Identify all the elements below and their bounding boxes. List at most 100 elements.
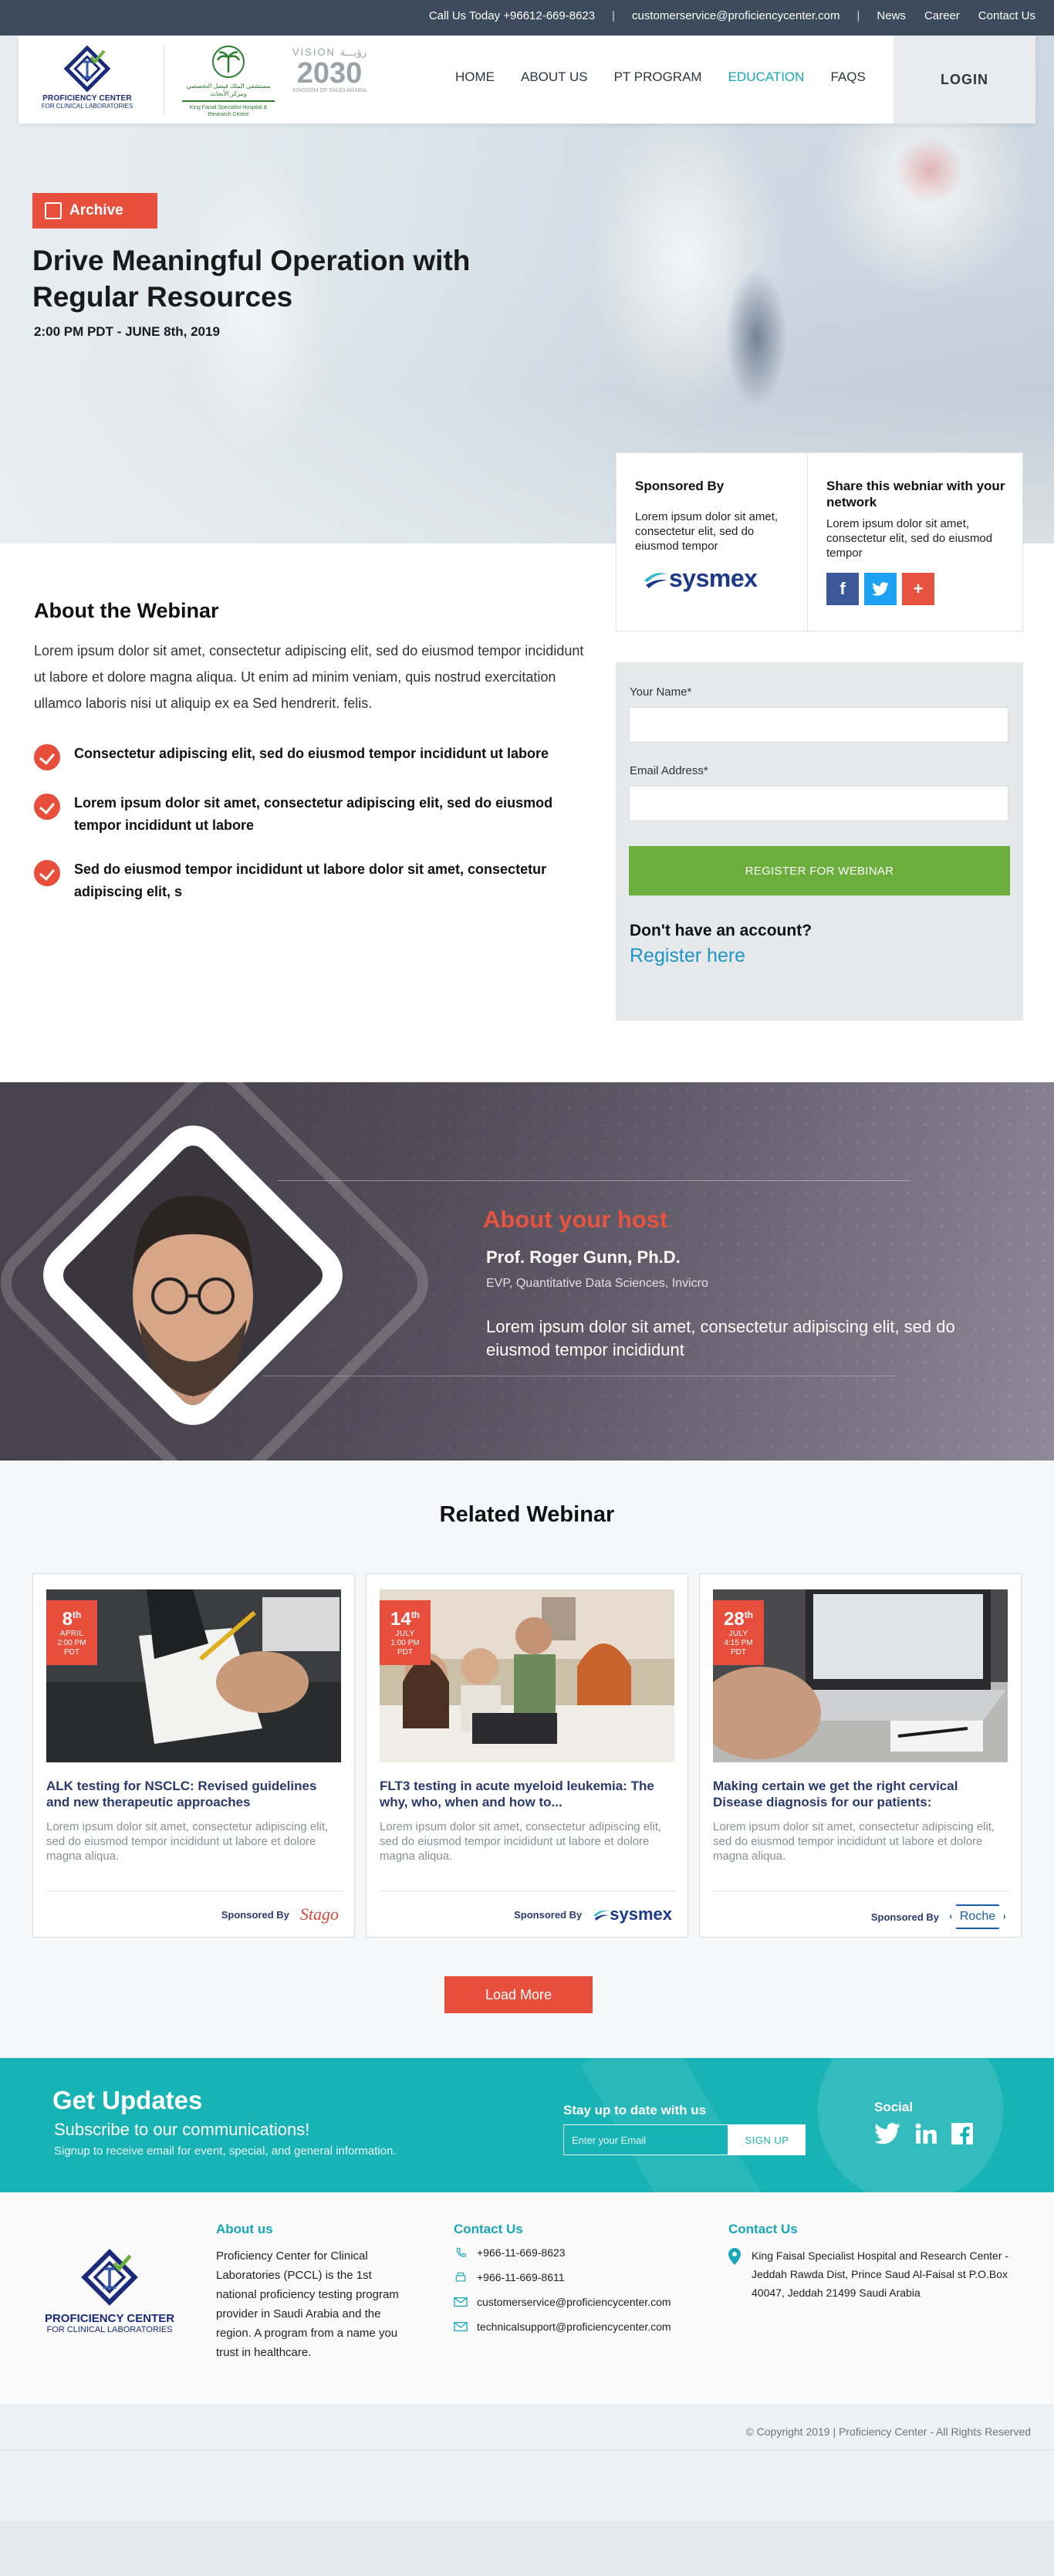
- share-text: Lorem ipsum dolor sit amet, consectetur …: [826, 517, 993, 560]
- kfsh-arabic-name: مستشفى الملك فيصل التخصصي ومركز الأبحاث: [186, 83, 271, 97]
- location-pin-icon: [728, 2248, 741, 2265]
- check-icon: [34, 794, 60, 820]
- phone-number[interactable]: +96612-669-8623: [503, 9, 595, 22]
- proficiency-center-logo[interactable]: PROFICIENCY CENTER FOR CLINICAL LABORATO…: [29, 43, 145, 116]
- registration-form: Your Name* Email Address* REGISTER FOR W…: [616, 662, 1023, 1021]
- card-text: Lorem ipsum dolor sit amet, consectetur …: [713, 1820, 995, 1863]
- share-title: Share this webniar with your network: [826, 479, 1005, 509]
- mail-icon: [454, 2321, 468, 2332]
- updates-subtitle: Subscribe to our communications!: [54, 2120, 310, 2139]
- footer-about: About us Proficiency Center for Clinical…: [216, 2222, 401, 2362]
- plus-icon[interactable]: +: [902, 573, 934, 605]
- updates-banner: Get Updates Subscribe to our communicati…: [0, 2058, 1054, 2192]
- card-month: JULY: [728, 1630, 748, 1638]
- webinar-card[interactable]: 28th JULY 4:15 PM PDT Making certain we …: [699, 1573, 1022, 1938]
- card-title[interactable]: Making certain we get the right cervical…: [713, 1778, 1009, 1810]
- card-day-suffix: th: [410, 1610, 421, 1620]
- archive-badge[interactable]: Archive: [32, 193, 157, 228]
- stago-logo: Stago: [299, 1904, 339, 1924]
- login-button[interactable]: LOGIN: [894, 36, 1035, 124]
- facebook-icon[interactable]: [951, 2123, 973, 2148]
- nav-pt-program[interactable]: PT PROGRAM: [614, 69, 702, 85]
- card-month: APRIL: [59, 1630, 84, 1638]
- card-text: Lorem ipsum dolor sit amet, consectetur …: [380, 1820, 662, 1863]
- archive-label: Archive: [69, 202, 123, 218]
- twitter-icon[interactable]: [864, 573, 897, 605]
- facebook-icon[interactable]: f: [826, 573, 859, 605]
- sysmex-swoosh-icon: [644, 572, 667, 588]
- page-bottom-band: [0, 2521, 1054, 2576]
- news-link[interactable]: News: [877, 9, 906, 22]
- nav-home[interactable]: HOME: [455, 69, 495, 85]
- load-more-button[interactable]: Load More: [444, 1976, 593, 2013]
- contact-us-link[interactable]: Contact Us: [978, 9, 1035, 22]
- logo-diamond-icon: [62, 43, 113, 94]
- card-title[interactable]: ALK testing for NSCLC: Revised guideline…: [46, 1778, 343, 1810]
- card-sponsor: Sponsored By Stago: [221, 1904, 339, 1924]
- kfsh-logo: مستشفى الملك فيصل التخصصي ومركز الأبحاث …: [177, 45, 279, 117]
- site-footer: PROFICIENCY CENTER FOR CLINICAL LABORATO…: [0, 2192, 1054, 2404]
- sponsored-by-label: Sponsored By: [221, 1908, 289, 1921]
- footer-fax: +966-11-669-8611: [477, 2271, 565, 2283]
- email-row[interactable]: technicalsupport@proficiencycenter.com: [454, 2320, 708, 2333]
- list-item-text: Lorem ipsum dolor sit amet, consectetur …: [74, 795, 553, 833]
- footer-email-customer: customerservice@proficiencycenter.com: [477, 2296, 671, 2308]
- card-title[interactable]: FLT3 testing in acute myeloid leukemia: …: [380, 1778, 676, 1810]
- card-date-badge: 14th JULY 1:00 PM PDT: [380, 1600, 431, 1665]
- roche-logo: Roche: [950, 1904, 1005, 1929]
- name-field[interactable]: [629, 707, 1008, 743]
- card-time: 2:00 PM: [57, 1639, 86, 1647]
- mail-icon: [454, 2297, 468, 2307]
- footer-about-text: Proficiency Center for Clinical Laborato…: [216, 2249, 399, 2359]
- email-link[interactable]: customerservice@proficiencycenter.com: [632, 9, 840, 22]
- vision-arabic-label: رؤيـــة: [340, 46, 367, 58]
- vision-2030-logo: VISION رؤيـــة 2030 KINGDOM OF SAUDI ARA…: [287, 46, 372, 113]
- phone-icon: [456, 2247, 466, 2257]
- register-webinar-button[interactable]: REGISTER FOR WEBINAR: [629, 846, 1010, 895]
- footer-logo-subtitle: FOR CLINICAL LABORATORIES: [46, 2325, 173, 2334]
- about-title: About the Webinar: [34, 599, 219, 622]
- host-name: Prof. Roger Gunn, Ph.D.: [486, 1247, 681, 1267]
- nav-faqs[interactable]: FAQS: [830, 69, 865, 85]
- main-nav: HOME ABOUT US PT PROGRAM EDUCATION FAQS: [455, 69, 892, 85]
- email-field[interactable]: [629, 786, 1008, 821]
- nav-about-us[interactable]: ABOUT US: [521, 69, 588, 85]
- share-panel: Share this webniar with your network Lor…: [808, 453, 1024, 632]
- list-item: Consectetur adipiscing elit, sed do eius…: [34, 743, 566, 770]
- card-timezone: PDT: [397, 1648, 413, 1657]
- card-date-badge: 28th JULY 4:15 PM PDT: [713, 1600, 764, 1665]
- card-sponsor: Sponsored By Roche: [871, 1904, 1005, 1929]
- webinar-card[interactable]: 14th JULY 1:00 PM PDT FLT3 testing in ac…: [366, 1573, 688, 1938]
- card-text: Lorem ipsum dolor sit amet, consectetur …: [46, 1820, 329, 1863]
- footer-phone: +966-11-669-8623: [477, 2246, 566, 2259]
- footer-logo-title: PROFICIENCY CENTER: [44, 2312, 175, 2325]
- call-label: Call Us Today: [428, 9, 501, 22]
- sponsor-text: Lorem ipsum dolor sit amet, consectetur …: [635, 510, 779, 553]
- nav-education[interactable]: EDUCATION: [728, 69, 805, 85]
- footer-logo[interactable]: PROFICIENCY CENTER FOR CLINICAL LABORATO…: [40, 2246, 179, 2334]
- name-label: Your Name*: [630, 685, 692, 699]
- twitter-icon[interactable]: [874, 2123, 900, 2148]
- host-section: About your host Prof. Roger Gunn, Ph.D. …: [0, 1082, 1054, 1461]
- signup-button[interactable]: SIGN UP: [728, 2124, 806, 2155]
- check-icon: [34, 860, 60, 886]
- card-day: 14: [390, 1609, 411, 1630]
- sponsor-share-box: Sponsored By Lorem ipsum dolor sit amet,…: [616, 452, 1024, 632]
- card-time: 1:00 PM: [390, 1639, 420, 1647]
- card-day-suffix: th: [73, 1610, 82, 1620]
- sponsored-by-label: Sponsored By: [870, 1911, 939, 1923]
- hero-background-figure: [725, 267, 787, 406]
- fax-row[interactable]: +966-11-669-8611: [454, 2271, 708, 2283]
- feature-list: Consectetur adipiscing elit, sed do eius…: [34, 743, 566, 925]
- phone-row[interactable]: +966-11-669-8623: [454, 2246, 708, 2259]
- email-row[interactable]: customerservice@proficiencycenter.com: [454, 2296, 708, 2308]
- register-here-link[interactable]: Register here: [630, 945, 745, 967]
- kfsh-english-name: King Faisal Specialist Hospital & Resear…: [189, 105, 268, 117]
- career-link[interactable]: Career: [924, 9, 960, 22]
- separator: |: [612, 9, 616, 22]
- newsletter-email-input[interactable]: Enter your Email: [563, 2124, 728, 2155]
- webinar-card[interactable]: 8th APRIL 2:00 PM PDT ALK testing for NS…: [32, 1573, 355, 1938]
- footer-address-text: King Faisal Specialist Hospital and Rese…: [752, 2249, 1009, 2299]
- linkedin-icon[interactable]: [914, 2123, 937, 2148]
- no-account-text: Don't have an account?: [630, 922, 812, 939]
